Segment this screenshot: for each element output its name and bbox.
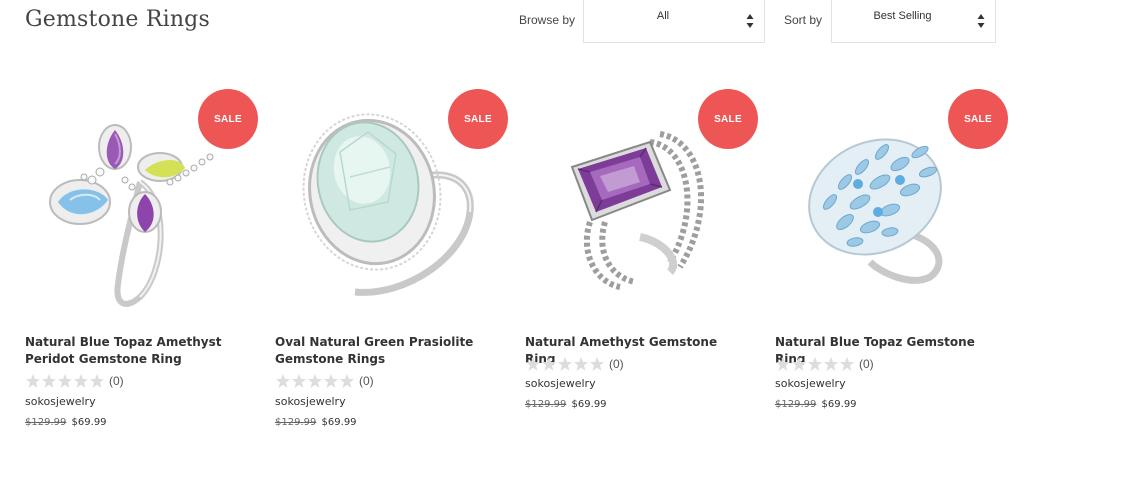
product-rating: (0) xyxy=(775,356,874,372)
star-empty-icon xyxy=(542,357,556,371)
star-empty-icon xyxy=(808,357,822,371)
product-vendor: sokosjewelry xyxy=(775,377,846,390)
product-vendor: sokosjewelry xyxy=(25,395,96,408)
product-price: $129.99 $69.99 xyxy=(275,417,357,428)
product-title[interactable]: Natural Blue Topaz Amethyst Peridot Gems… xyxy=(25,334,240,368)
product-rating: (0) xyxy=(25,373,124,389)
browse-by-select[interactable]: All xyxy=(583,0,765,43)
star-empty-icon xyxy=(42,374,56,388)
price-original: $129.99 xyxy=(775,399,817,410)
star-empty-icon xyxy=(276,374,290,388)
rating-stars xyxy=(25,373,105,389)
product-rating: (0) xyxy=(525,356,624,372)
product-price: $129.99 $69.99 xyxy=(525,399,607,410)
product-price: $129.99 $69.99 xyxy=(775,399,857,410)
price-original: $129.99 xyxy=(525,399,567,410)
sale-badge: SALE xyxy=(948,89,1008,149)
star-empty-icon xyxy=(590,357,604,371)
product-price: $129.99 $69.99 xyxy=(25,417,107,428)
star-empty-icon xyxy=(840,357,854,371)
product-card[interactable]: SALE Natural Blue Topaz Amethyst Peridot… xyxy=(0,72,258,452)
sale-badge: SALE xyxy=(448,89,508,149)
star-empty-icon xyxy=(824,357,838,371)
price-sale: $69.99 xyxy=(821,399,857,410)
rating-count: (0) xyxy=(359,374,374,388)
star-empty-icon xyxy=(308,374,322,388)
sale-badge: SALE xyxy=(698,89,758,149)
star-empty-icon xyxy=(292,374,306,388)
rating-count: (0) xyxy=(859,357,874,371)
star-empty-icon xyxy=(340,374,354,388)
rating-stars xyxy=(775,356,855,372)
price-sale: $69.99 xyxy=(571,399,607,410)
page-title: Gemstone Rings xyxy=(25,7,210,32)
star-empty-icon xyxy=(558,357,572,371)
price-sale: $69.99 xyxy=(321,417,357,428)
star-empty-icon xyxy=(526,357,540,371)
star-empty-icon xyxy=(776,357,790,371)
star-empty-icon xyxy=(324,374,338,388)
star-empty-icon xyxy=(574,357,588,371)
product-grid: SALE Natural Blue Topaz Amethyst Peridot… xyxy=(0,72,1133,472)
product-vendor: sokosjewelry xyxy=(525,377,596,390)
star-empty-icon xyxy=(26,374,40,388)
price-original: $129.99 xyxy=(25,417,67,428)
price-sale: $69.99 xyxy=(71,417,107,428)
product-rating: (0) xyxy=(275,373,374,389)
rating-count: (0) xyxy=(109,374,124,388)
product-card[interactable]: SALE Oval Natural Green Prasiolite Gemst… xyxy=(250,72,508,452)
star-empty-icon xyxy=(792,357,806,371)
sort-by-select[interactable]: Best Selling xyxy=(831,0,996,43)
product-vendor: sokosjewelry xyxy=(275,395,346,408)
product-card[interactable]: SALE Natural Blue Topaz Gemstone Ring (0… xyxy=(750,72,1008,452)
product-title[interactable]: Oval Natural Green Prasiolite Gemstone R… xyxy=(275,334,490,368)
browse-by-label: Browse by xyxy=(519,13,576,27)
sale-badge: SALE xyxy=(198,89,258,149)
sort-by-value: Best Selling xyxy=(873,10,932,22)
sort-by-label: Sort by xyxy=(784,13,823,27)
product-card[interactable]: SALE Natural Amethyst Gemstone Ring (0) … xyxy=(500,72,758,452)
select-caret-icon xyxy=(746,14,754,28)
rating-count: (0) xyxy=(609,357,624,371)
star-empty-icon xyxy=(58,374,72,388)
star-empty-icon xyxy=(90,374,104,388)
browse-by-value: All xyxy=(656,10,670,22)
rating-stars xyxy=(525,356,605,372)
rating-stars xyxy=(275,373,355,389)
select-caret-icon xyxy=(977,14,985,28)
price-original: $129.99 xyxy=(275,417,317,428)
star-empty-icon xyxy=(74,374,88,388)
